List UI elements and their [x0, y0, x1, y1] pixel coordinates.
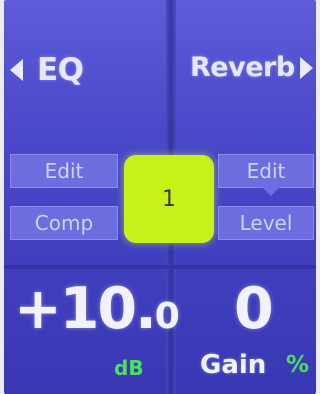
nav-reverb-label: Reverb: [190, 52, 295, 83]
pointer-indicator-icon: [262, 187, 280, 196]
nav-eq[interactable]: EQ: [10, 52, 84, 88]
eq-value-decimal: 0: [154, 296, 180, 337]
preset-selector[interactable]: 1: [124, 155, 214, 243]
level-button[interactable]: Level: [218, 206, 314, 240]
gain-value-readout[interactable]: 0: [234, 276, 274, 342]
right-arrow-icon[interactable]: [299, 56, 313, 79]
nav-reverb[interactable]: Reverb: [190, 52, 313, 83]
left-arrow-icon[interactable]: [10, 59, 23, 81]
eq-value-readout[interactable]: +10.0: [14, 276, 180, 342]
db-unit-label: dB: [114, 356, 144, 380]
edit-right-button[interactable]: Edit: [218, 154, 314, 188]
eq-value-main: +10.: [14, 276, 157, 342]
top-navigation: EQ Reverb: [4, 46, 316, 90]
comp-button[interactable]: Comp: [10, 206, 118, 240]
edit-left-button[interactable]: Edit: [10, 154, 118, 188]
preset-number: 1: [162, 186, 176, 212]
nav-eq-label: EQ: [37, 52, 84, 88]
percent-unit-label: %: [286, 352, 310, 378]
horizontal-divider: [4, 265, 316, 269]
gain-label: Gain: [200, 350, 267, 380]
device-screen: EQ Reverb Edit Comp 1 Edit Level +10.0 d…: [4, 0, 316, 394]
